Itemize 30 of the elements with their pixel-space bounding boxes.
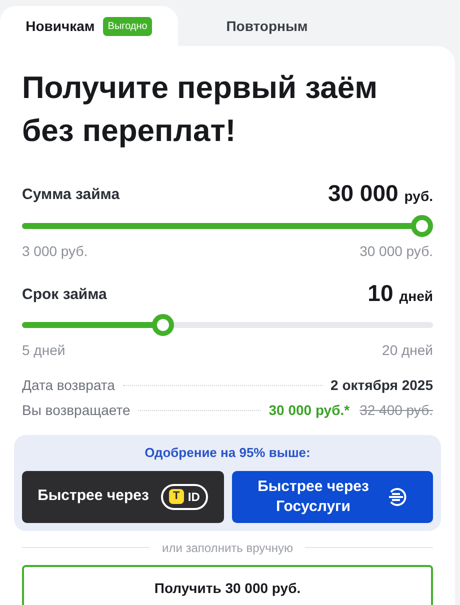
slider-value: 30 000 (328, 179, 398, 208)
slider-thumb[interactable] (411, 214, 433, 236)
submit-button[interactable]: Получить 30 000 руб. (22, 564, 433, 605)
slider-thumb[interactable] (152, 314, 174, 336)
slider-value: 10 (368, 278, 394, 308)
old-price: 32 400 руб. (360, 401, 433, 420)
gosuslugi-icon (386, 486, 407, 506)
promo-badge: Выгодно (102, 16, 152, 36)
summary-label: Дата возврата (22, 376, 115, 395)
slider[interactable] (22, 214, 433, 236)
panel-heading: Одобрение на 95% выше: (144, 444, 310, 462)
gosuslugi-button[interactable]: Быстрее через Госуслуги (232, 470, 433, 522)
slider-unit: руб. (404, 187, 433, 206)
slider-min: 5 дней (22, 341, 66, 360)
slider-label: Сумма займа (22, 185, 120, 205)
divider-text: или заполнить вручную (162, 540, 294, 556)
slider-max: 20 дней (382, 341, 433, 360)
slider[interactable] (22, 314, 433, 336)
summary-value: 30 000 руб.* (268, 401, 350, 420)
tid-logo: T ID (160, 484, 208, 510)
tid-button[interactable]: Быстрее через T ID (22, 470, 224, 522)
slider-min: 3 000 руб. (22, 242, 88, 261)
tab[interactable]: Новичкам Выгодно (0, 6, 178, 46)
tab[interactable]: Повторным (178, 6, 356, 46)
card-title: Получите первый заём без переплат! (22, 69, 379, 150)
slider-unit: дней (399, 286, 433, 306)
summary-value: 2 октября 2025 (330, 376, 433, 395)
slider-label: Срок займа (22, 284, 107, 304)
summary-label: Вы возвращаете (22, 401, 130, 420)
slider-max: 30 000 руб. (360, 242, 433, 261)
